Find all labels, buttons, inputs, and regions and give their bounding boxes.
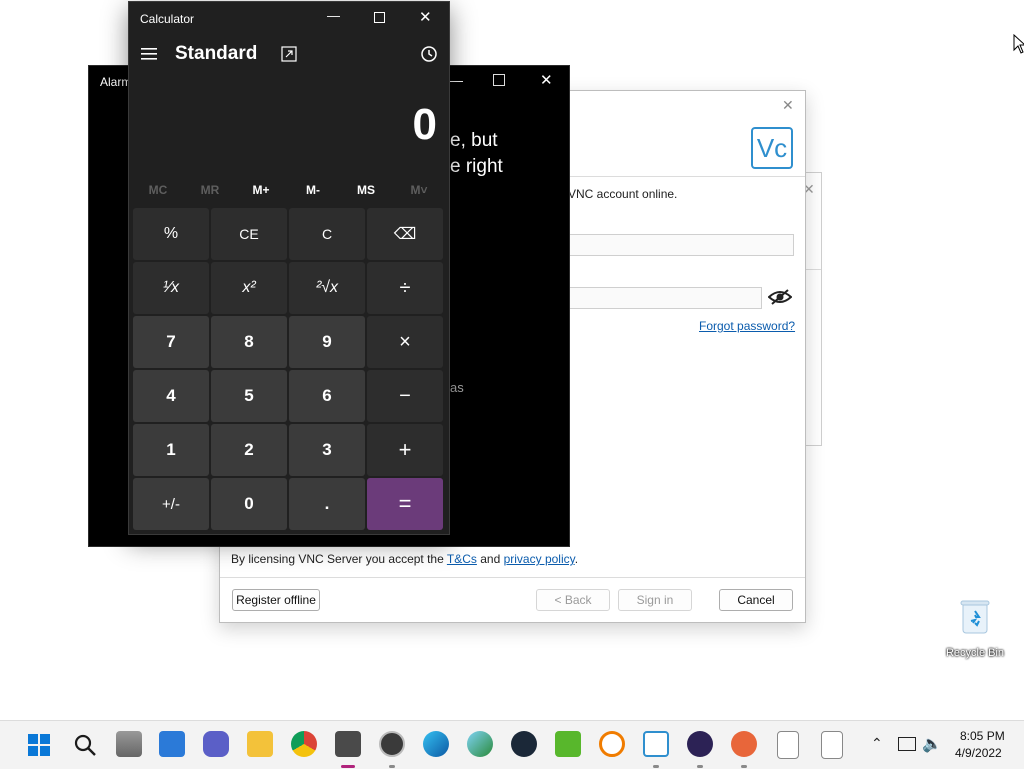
recycle-bin-icon: [960, 599, 990, 635]
digit-7-button[interactable]: 7: [133, 316, 209, 368]
digit-5-button[interactable]: 5: [211, 370, 287, 422]
digit-9-button[interactable]: 9: [289, 316, 365, 368]
minimize-button[interactable]: —: [327, 8, 340, 23]
digit-8-button[interactable]: 8: [211, 316, 287, 368]
earth-icon[interactable]: [467, 731, 493, 757]
tcs-link[interactable]: T&Cs: [447, 552, 477, 566]
settings-app-icon[interactable]: [731, 731, 757, 757]
message-line-3: as: [450, 380, 464, 395]
sign-in-button[interactable]: Sign in: [618, 589, 692, 611]
close-button[interactable]: ✕: [419, 8, 432, 26]
backspace-button[interactable]: ⌫: [367, 208, 443, 260]
calculator-icon[interactable]: [335, 731, 361, 757]
chevron-up-icon[interactable]: ⌃: [871, 735, 883, 752]
clock-time[interactable]: 8:05 PM: [960, 729, 1005, 743]
vnc-icon[interactable]: [643, 731, 669, 757]
document-icon[interactable]: [777, 731, 799, 759]
divide-button[interactable]: ÷: [367, 262, 443, 314]
digit-2-button[interactable]: 2: [211, 424, 287, 476]
taskbar: ⌃ 🔈 8:05 PM 4/9/2022: [0, 720, 1024, 769]
license-and: and: [476, 552, 504, 566]
start-icon[interactable]: [28, 734, 50, 759]
register-offline-button[interactable]: Register offline: [232, 589, 320, 611]
equals-button[interactable]: =: [367, 478, 443, 530]
negate-button[interactable]: +/-: [133, 478, 209, 530]
message-line-2: e right: [450, 156, 503, 177]
multiply-button[interactable]: ×: [367, 316, 443, 368]
clear-entry-button[interactable]: CE: [211, 208, 287, 260]
privacy-policy-link[interactable]: privacy policy: [504, 552, 575, 566]
chrome-icon[interactable]: [291, 731, 317, 757]
digit-6-button[interactable]: 6: [289, 370, 365, 422]
mouse-cursor-icon: [1013, 33, 1024, 57]
license-text: By licensing VNC Server you accept the T…: [231, 552, 578, 566]
show-password-icon[interactable]: [767, 289, 793, 308]
footer-divider: [220, 577, 805, 578]
window-title: Alarm: [100, 75, 132, 89]
percent-button[interactable]: %: [133, 208, 209, 260]
license-period: .: [574, 552, 579, 566]
add-button[interactable]: +: [367, 424, 443, 476]
calculator-window: Calculator — ✕ Standard 0 MC MR M+ M- MS…: [128, 1, 450, 535]
window-title: Calculator: [140, 12, 195, 26]
square-button[interactable]: x²: [211, 262, 287, 314]
steam-icon[interactable]: [511, 731, 537, 757]
close-button[interactable]: ✕: [540, 71, 553, 89]
memory-clear-button[interactable]: MC: [138, 183, 178, 197]
document-icon[interactable]: [821, 731, 843, 759]
close-icon[interactable]: ✕: [782, 97, 794, 114]
task-view-icon[interactable]: [116, 731, 142, 757]
memory-recall-button[interactable]: MR: [190, 183, 230, 197]
app-green-icon[interactable]: [555, 731, 581, 757]
digit-1-button[interactable]: 1: [133, 424, 209, 476]
network-icon[interactable]: [898, 737, 916, 751]
reciprocal-button[interactable]: ¹⁄x: [133, 262, 209, 314]
memory-add-button[interactable]: M+: [241, 183, 281, 197]
edge-icon[interactable]: [423, 731, 449, 757]
menu-icon[interactable]: [141, 47, 157, 64]
history-icon[interactable]: [420, 45, 438, 66]
minimize-button[interactable]: —: [449, 72, 463, 88]
recycle-bin[interactable]: Recycle Bin: [942, 597, 1008, 665]
display-value: 0: [412, 100, 437, 149]
clock-date[interactable]: 4/9/2022: [955, 746, 1002, 760]
digit-3-button[interactable]: 3: [289, 424, 365, 476]
password-field[interactable]: [568, 287, 762, 309]
volume-icon[interactable]: 🔈: [922, 734, 942, 754]
search-icon[interactable]: [73, 733, 97, 760]
digit-0-button[interactable]: 0: [211, 478, 287, 530]
clock-icon[interactable]: [379, 731, 405, 757]
file-explorer-icon[interactable]: [247, 731, 273, 757]
digit-4-button[interactable]: 4: [133, 370, 209, 422]
mode-title: Standard: [175, 43, 258, 64]
maximize-button[interactable]: [374, 12, 385, 23]
maximize-button[interactable]: [493, 74, 505, 86]
decimal-button[interactable]: .: [289, 478, 365, 530]
memory-store-button[interactable]: MS: [346, 183, 386, 197]
teams-chat-icon[interactable]: [203, 731, 229, 757]
account-instructions: VNC account online.: [568, 187, 678, 201]
vnc-logo: Vc: [751, 127, 793, 169]
cancel-button[interactable]: Cancel: [719, 589, 793, 611]
eclipse-icon[interactable]: [687, 731, 713, 757]
subtract-button[interactable]: −: [367, 370, 443, 422]
memory-subtract-button[interactable]: M-: [293, 183, 333, 197]
square-root-button[interactable]: ²√x: [289, 262, 365, 314]
widgets-icon[interactable]: [159, 731, 185, 757]
clear-button[interactable]: C: [289, 208, 365, 260]
keep-on-top-icon[interactable]: [281, 46, 297, 65]
back-button[interactable]: < Back: [536, 589, 610, 611]
forgot-password-link[interactable]: Forgot password?: [699, 319, 795, 333]
search-app-icon[interactable]: [599, 731, 625, 757]
message-line-1: e, but: [450, 130, 498, 151]
recycle-bin-label: Recycle Bin: [945, 647, 1005, 659]
memory-list-button[interactable]: M˅: [399, 183, 439, 197]
license-prefix: By licensing VNC Server you accept the: [231, 552, 447, 566]
email-field[interactable]: [568, 234, 794, 256]
